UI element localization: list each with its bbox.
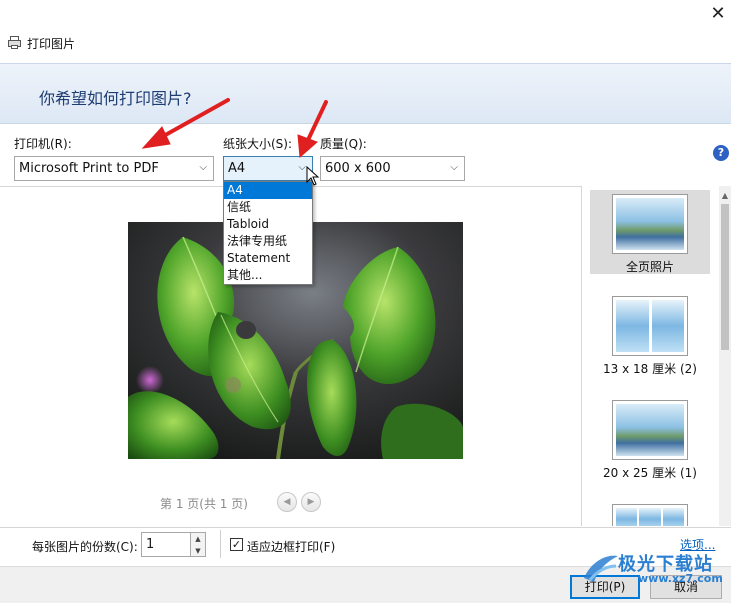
paper-size-option[interactable]: Tabloid (224, 216, 312, 233)
fit-to-frame-checkbox[interactable]: ✓ (230, 538, 243, 551)
copies-label: 每张图片的份数(C): (32, 540, 138, 554)
quality-value: 600 x 600 (325, 161, 391, 176)
arrowhead-icon (141, 126, 171, 149)
arrowhead-icon (297, 134, 318, 159)
paper-size-option[interactable]: Statement (224, 250, 312, 267)
chevron-down-icon: ⌵ (199, 162, 207, 173)
paper-size-value: A4 (228, 161, 246, 176)
window-title: 打印图片 (27, 36, 76, 51)
header-question: 你希望如何打印图片? (39, 89, 192, 108)
help-icon[interactable]: ? (713, 145, 729, 161)
quality-label: 质量(Q): (320, 137, 367, 151)
printer-value: Microsoft Print to PDF (19, 161, 159, 176)
copies-stepper[interactable]: ▲ ▼ (191, 532, 206, 557)
partial-thumbnail (612, 504, 688, 526)
paper-size-option[interactable]: 信纸 (224, 199, 312, 216)
paper-size-dropdown-list: A4 信纸 Tabloid 法律专用纸 Statement 其他... (223, 181, 313, 285)
quality-select[interactable]: 600 x 600 ⌵ (320, 156, 465, 181)
layout-label: 全页照片 (625, 260, 674, 274)
layout-item-partial[interactable] (590, 504, 710, 526)
printer-select[interactable]: Microsoft Print to PDF ⌵ (14, 156, 214, 181)
scroll-up-arrow-icon[interactable]: ▲ (719, 190, 731, 202)
layout-panel: 全页照片 13 x 18 厘米 (2) 20 x 25 厘米 (1) (583, 186, 719, 526)
paper-size-option[interactable]: A4 (224, 182, 312, 199)
prev-page-button[interactable]: ◀ (277, 492, 297, 512)
paper-size-option[interactable]: 其他... (224, 267, 312, 284)
20x25-thumbnail (612, 400, 688, 460)
title-bar: 打印图片 (8, 34, 75, 52)
divider (220, 530, 221, 558)
layout-item-20x25[interactable]: 20 x 25 厘米 (1) (590, 400, 710, 484)
mouse-cursor-icon (306, 166, 320, 186)
layout-label: 20 x 25 厘米 (1) (603, 466, 697, 480)
stepper-up-icon[interactable]: ▲ (191, 533, 205, 545)
copies-input[interactable]: 1 (141, 532, 191, 557)
paper-size-label: 纸张大小(S): (223, 137, 293, 151)
full-page-thumbnail (612, 194, 688, 254)
printer-label: 打印机(R): (14, 137, 72, 151)
layout-label: 13 x 18 厘米 (2) (603, 362, 697, 376)
printer-icon (8, 36, 22, 50)
next-page-button[interactable]: ▶ (301, 492, 321, 512)
paper-size-option[interactable]: 法律专用纸 (224, 233, 312, 250)
chevron-down-icon: ⌵ (298, 162, 306, 173)
paper-size-select[interactable]: A4 ⌵ (223, 156, 313, 181)
page-info: 第 1 页(共 1 页) (160, 497, 248, 511)
options-link[interactable]: 选项... (680, 536, 715, 553)
stepper-down-icon[interactable]: ▼ (191, 545, 205, 557)
print-button[interactable]: 打印(P) (570, 575, 640, 599)
close-button[interactable]: ✕ (706, 2, 730, 26)
fit-to-frame-label[interactable]: 适应边框打印(F) (247, 538, 335, 555)
chevron-down-icon: ⌵ (450, 162, 458, 173)
layout-item-full-page[interactable]: 全页照片 (590, 190, 710, 274)
13x18-thumbnail (612, 296, 688, 356)
cancel-button[interactable]: 取消 (650, 575, 722, 599)
scrollbar-thumb[interactable] (721, 204, 729, 350)
layout-item-13x18[interactable]: 13 x 18 厘米 (2) (590, 296, 710, 380)
